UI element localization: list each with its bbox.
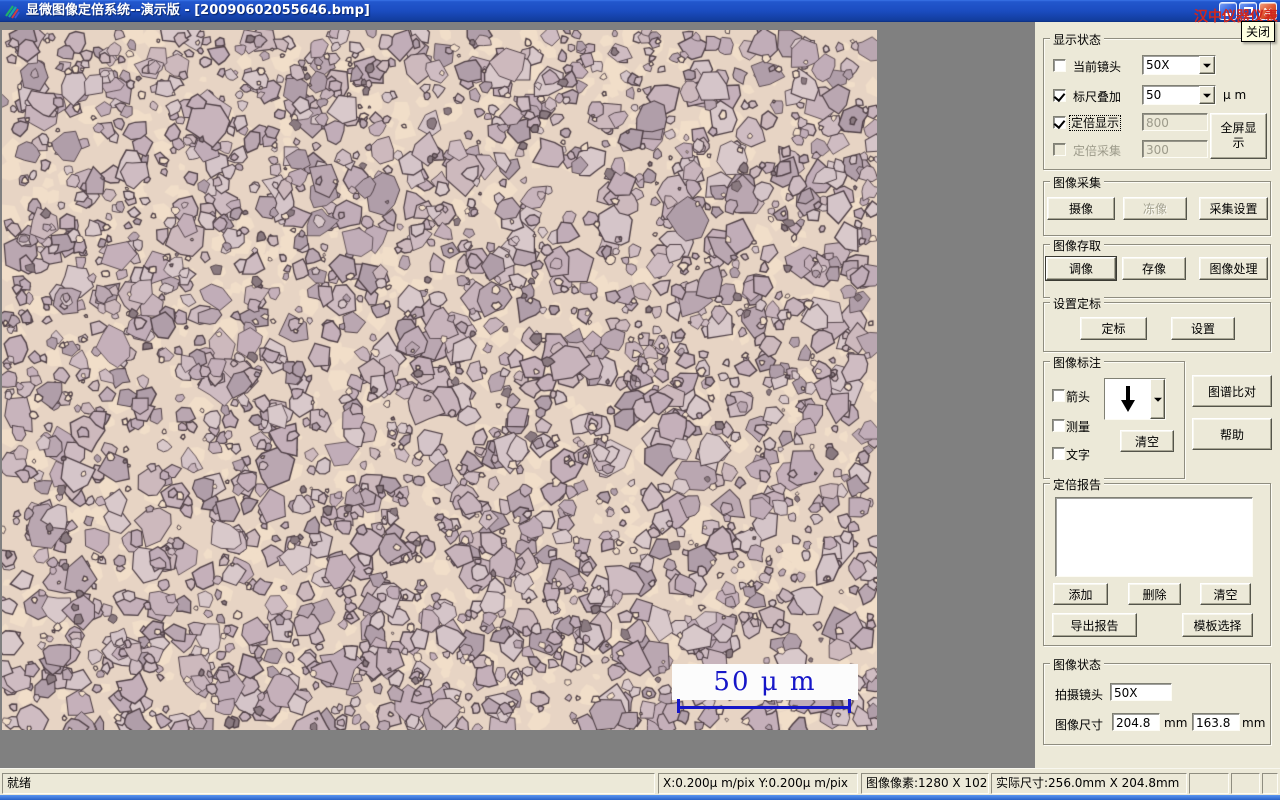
- status-ready: 就绪: [2, 773, 655, 794]
- calib-settings-button[interactable]: 设置: [1171, 317, 1235, 340]
- micrograph-canvas[interactable]: [2, 30, 877, 730]
- chevron-down-icon[interactable]: [1199, 86, 1215, 104]
- help-button[interactable]: 帮助: [1192, 418, 1272, 450]
- status-blank-2: [1231, 773, 1260, 794]
- ruler-overlay-label: 标尺叠加: [1073, 90, 1122, 104]
- current-lens-checkbox[interactable]: [1053, 59, 1066, 72]
- scalebar-tick-right: [848, 699, 851, 713]
- ruler-overlay-checkbox[interactable]: [1053, 89, 1066, 102]
- save-image-button[interactable]: 存像: [1122, 257, 1186, 280]
- export-report-button[interactable]: 导出报告: [1052, 613, 1137, 637]
- ruler-unit-label: μ m: [1223, 88, 1247, 102]
- statusbar: 就绪 X:0.200μ m/pix Y:0.200μ m/pix 图像像素:12…: [0, 768, 1280, 795]
- fixed-capture-checkbox: [1053, 143, 1066, 156]
- group-report-title: 定倍报告: [1050, 476, 1105, 493]
- fixed-display-label: 定倍显示: [1069, 115, 1122, 131]
- template-select-button[interactable]: 模板选择: [1182, 613, 1253, 637]
- app-window: 显微图像定倍系统--演示版 - [20090602055646.bmp] 汉中仪…: [0, 0, 1280, 800]
- shoot-button[interactable]: 摄像: [1047, 197, 1115, 220]
- window-title: 显微图像定倍系统--演示版 - [20090602055646.bmp]: [26, 3, 370, 18]
- image-height-unit: mm: [1242, 716, 1266, 730]
- scalebar-box: 50 μ m: [672, 664, 858, 700]
- arrow-label: 箭头: [1066, 390, 1091, 404]
- annotation-clear-button[interactable]: 清空: [1120, 430, 1174, 452]
- calibrate-button[interactable]: 定标: [1080, 317, 1147, 340]
- text-checkbox[interactable]: [1052, 447, 1065, 460]
- current-lens-label: 当前镜头: [1073, 60, 1122, 74]
- image-width-value: 204.8: [1112, 713, 1160, 731]
- capture-settings-button[interactable]: 采集设置: [1199, 197, 1268, 220]
- report-delete-button[interactable]: 删除: [1128, 583, 1181, 605]
- report-listbox[interactable]: [1055, 497, 1253, 577]
- status-image-pixels: 图像像素:1280 X 1024: [861, 773, 989, 794]
- measure-checkbox[interactable]: [1052, 419, 1065, 432]
- taskbar-edge: [0, 795, 1280, 800]
- group-calibration-title: 设置定标: [1050, 295, 1105, 312]
- arrow-checkbox[interactable]: [1052, 389, 1065, 402]
- freeze-button: 冻像: [1123, 197, 1187, 220]
- app-icon: [5, 5, 20, 19]
- group-capture-title: 图像采集: [1050, 174, 1105, 191]
- report-clear-button[interactable]: 清空: [1200, 583, 1251, 605]
- image-width-unit: mm: [1164, 716, 1188, 730]
- image-height-value: 163.8: [1192, 713, 1240, 731]
- status-pixel-scale: X:0.200μ m/pix Y:0.200μ m/pix: [658, 773, 858, 794]
- window-controls: [1219, 2, 1277, 20]
- image-process-button[interactable]: 图像处理: [1199, 257, 1268, 280]
- text-label: 文字: [1066, 448, 1091, 462]
- current-lens-select[interactable]: 50X: [1142, 55, 1216, 75]
- scalebar-tick-left: [677, 699, 680, 713]
- ruler-value-select[interactable]: 50: [1142, 85, 1216, 105]
- close-button[interactable]: [1259, 2, 1277, 20]
- atlas-compare-button[interactable]: 图谱比对: [1192, 375, 1272, 407]
- down-arrow-icon: [1105, 379, 1150, 419]
- fullscreen-button[interactable]: 全屏显示: [1210, 113, 1267, 159]
- control-panel: 显示状态 当前镜头 50X 标尺叠加 50 μ m 定倍显示 800 定倍采集 …: [1035, 22, 1280, 768]
- group-calibration: 设置 定标: [1043, 295, 1271, 352]
- chevron-down-icon[interactable]: [1199, 56, 1215, 74]
- fixed-capture-label: 定倍采集: [1073, 144, 1122, 158]
- fixed-display-checkbox[interactable]: [1053, 116, 1066, 129]
- load-image-button[interactable]: 调像: [1046, 257, 1116, 280]
- group-annotation-title: 图像标注: [1050, 354, 1105, 371]
- status-actual-size: 实际尺寸:256.0mm X 204.8mm: [991, 773, 1187, 794]
- chevron-down-icon[interactable]: [1150, 379, 1165, 419]
- restore-button[interactable]: [1239, 2, 1257, 20]
- image-size-label: 图像尺寸: [1055, 718, 1104, 732]
- group-display-status-title: 显示状态: [1050, 31, 1105, 48]
- shoot-lens-value: 50X: [1110, 683, 1172, 701]
- minimize-icon: [1223, 13, 1231, 16]
- measure-label: 测量: [1066, 420, 1091, 434]
- scalebar-line: [677, 706, 851, 709]
- status-blank-1: [1189, 773, 1229, 794]
- group-image-status-title: 图像状态: [1050, 656, 1105, 673]
- restore-icon: [1244, 7, 1253, 17]
- scalebar-label: 50 μ m: [713, 667, 817, 697]
- status-blank-3: [1262, 773, 1278, 794]
- fixed-display-input: 800: [1142, 113, 1208, 131]
- arrow-style-select[interactable]: [1104, 378, 1166, 420]
- shoot-lens-label: 拍摄镜头: [1055, 688, 1104, 702]
- fixed-capture-input: 300: [1142, 140, 1208, 158]
- group-storage-title: 图像存取: [1050, 237, 1105, 254]
- minimize-button[interactable]: [1219, 2, 1237, 20]
- report-add-button[interactable]: 添加: [1053, 583, 1108, 605]
- close-tooltip: 关闭: [1241, 21, 1276, 42]
- titlebar: 显微图像定倍系统--演示版 - [20090602055646.bmp] 汉中仪…: [0, 0, 1280, 25]
